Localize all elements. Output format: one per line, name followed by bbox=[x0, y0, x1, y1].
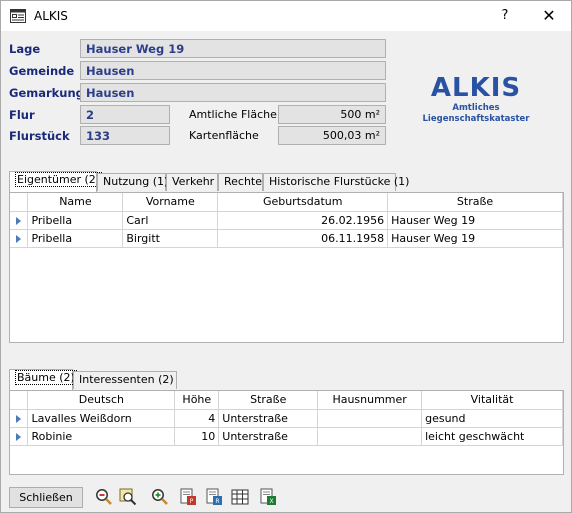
logo-line-1: Amtliches bbox=[452, 103, 500, 113]
window-app-icon bbox=[10, 9, 26, 23]
lage-label: Lage bbox=[9, 42, 41, 56]
svg-text:X: X bbox=[269, 498, 273, 505]
row-pointer-icon bbox=[10, 211, 29, 230]
svg-text:R: R bbox=[215, 498, 219, 505]
schliessen-button[interactable]: Schließen bbox=[9, 487, 83, 508]
tree-deutsch: Robinie bbox=[27, 427, 176, 446]
window-title: ALKIS bbox=[34, 9, 68, 23]
tab-nutzung[interactable]: Nutzung (1) bbox=[97, 173, 168, 191]
flurstueck-label: Flurstück bbox=[9, 129, 70, 143]
table-row[interactable]: Robinie 10 Unterstraße leicht geschwächt bbox=[10, 427, 563, 446]
row-header-corner bbox=[10, 391, 29, 410]
col-vorname[interactable]: Vorname bbox=[122, 193, 219, 212]
table-row[interactable]: Pribella Birgitt 06.11.1958 Hauser Weg 1… bbox=[10, 229, 563, 248]
row-pointer-icon bbox=[10, 229, 29, 248]
tree-strasse: Unterstraße bbox=[218, 409, 319, 428]
owner-strasse: Hauser Weg 19 bbox=[387, 211, 563, 230]
alkis-window: ALKIS ? ✕ Lage Hauser Weg 19 Gemeinde Ha… bbox=[0, 0, 572, 513]
tab-baeume[interactable]: Bäume (2) bbox=[9, 369, 77, 390]
col-hausnummer[interactable]: Hausnummer bbox=[317, 391, 423, 410]
owners-header-row: Name Vorname Geburtsdatum Straße bbox=[10, 193, 563, 212]
tab-interessenten[interactable]: Interessenten (2) bbox=[73, 371, 177, 389]
row-pointer-icon bbox=[10, 427, 29, 446]
amtliche-flaeche-field: 500 m² bbox=[278, 105, 386, 124]
top-tab-strip: Eigentümer (2) Nutzung (1) Verkehr Recht… bbox=[9, 171, 569, 192]
row-pointer-icon bbox=[10, 409, 29, 428]
trees-panel: Deutsch Höhe Straße Hausnummer Vitalität… bbox=[9, 390, 564, 475]
alkis-logo: ALKIS Amtliches Liegenschaftskataster bbox=[421, 73, 531, 125]
tab-rechte[interactable]: Rechte bbox=[218, 173, 263, 191]
owner-geburtsdatum: 06.11.1958 bbox=[217, 229, 389, 248]
close-window-button[interactable]: ✕ bbox=[529, 1, 569, 31]
kartenflaeche-field: 500,03 m² bbox=[278, 126, 386, 145]
logo-title: ALKIS bbox=[430, 73, 522, 103]
flurstueck-field: 133 bbox=[80, 126, 170, 145]
tree-strasse: Unterstraße bbox=[218, 427, 319, 446]
zoom-extent-icon[interactable] bbox=[119, 488, 137, 506]
col-deutsch[interactable]: Deutsch bbox=[27, 391, 176, 410]
gemarkung-label: Gemarkung bbox=[9, 86, 84, 100]
col-strasse[interactable]: Straße bbox=[387, 193, 563, 212]
table-row[interactable]: Lavalles Weißdorn 4 Unterstraße gesund bbox=[10, 409, 563, 428]
tab-historische-flurstuecke[interactable]: Historische Flurstücke (1) bbox=[263, 173, 409, 191]
help-button[interactable]: ? bbox=[485, 1, 525, 31]
owner-strasse: Hauser Weg 19 bbox=[387, 229, 563, 248]
tree-vitalitaet: gesund bbox=[421, 409, 563, 428]
tab-baeume-label: Bäume (2) bbox=[15, 370, 77, 385]
bottom-toolbar: Schließen P R X bbox=[1, 481, 571, 512]
owners-table: Name Vorname Geburtsdatum Straße Pribell… bbox=[10, 193, 563, 248]
col-vitalitaet[interactable]: Vitalität bbox=[421, 391, 563, 410]
zoom-in-icon[interactable] bbox=[151, 488, 169, 506]
logo-line-2: Liegenschaftskataster bbox=[422, 114, 530, 124]
table-icon[interactable] bbox=[231, 488, 249, 506]
lage-field: Hauser Weg 19 bbox=[80, 39, 386, 58]
owner-name: Pribella bbox=[27, 229, 124, 248]
row-header-corner bbox=[10, 193, 29, 212]
trees-table: Deutsch Höhe Straße Hausnummer Vitalität… bbox=[10, 391, 563, 446]
tab-eigentuemer-label: Eigentümer (2) bbox=[15, 172, 103, 187]
tree-hausnummer bbox=[317, 409, 423, 428]
tree-vitalitaet: leicht geschwächt bbox=[421, 427, 563, 446]
tab-verkehr[interactable]: Verkehr bbox=[166, 173, 218, 191]
gemarkung-field: Hausen bbox=[80, 83, 386, 102]
svg-text:P: P bbox=[190, 498, 194, 505]
amtliche-flaeche-label: Amtliche Fläche bbox=[189, 108, 277, 121]
gemeinde-field: Hausen bbox=[80, 61, 386, 80]
owner-vorname: Carl bbox=[122, 211, 219, 230]
owners-panel: Name Vorname Geburtsdatum Straße Pribell… bbox=[9, 192, 564, 343]
tree-deutsch: Lavalles Weißdorn bbox=[27, 409, 176, 428]
tree-hausnummer bbox=[317, 427, 423, 446]
col-hoehe[interactable]: Höhe bbox=[174, 391, 220, 410]
tree-hoehe: 4 bbox=[174, 409, 220, 428]
gemeinde-label: Gemeinde bbox=[9, 64, 75, 78]
title-bar: ALKIS ? ✕ bbox=[1, 1, 571, 31]
owner-vorname: Birgitt bbox=[122, 229, 219, 248]
pdf-report-icon[interactable]: P bbox=[179, 488, 197, 506]
excel-export-icon[interactable]: X bbox=[259, 488, 277, 506]
pdf-report-alt-icon[interactable]: R bbox=[205, 488, 223, 506]
col-geburtsdatum[interactable]: Geburtsdatum bbox=[217, 193, 389, 212]
col-name[interactable]: Name bbox=[27, 193, 124, 212]
flur-label: Flur bbox=[9, 108, 35, 122]
owner-name: Pribella bbox=[27, 211, 124, 230]
kartenflaeche-label: Kartenfläche bbox=[189, 129, 259, 142]
bottom-tab-strip: Bäume (2) Interessenten (2) bbox=[9, 369, 569, 390]
table-row[interactable]: Pribella Carl 26.02.1956 Hauser Weg 19 bbox=[10, 211, 563, 230]
trees-header-row: Deutsch Höhe Straße Hausnummer Vitalität bbox=[10, 391, 563, 410]
tree-hoehe: 10 bbox=[174, 427, 220, 446]
flur-field: 2 bbox=[80, 105, 170, 124]
col-strasse[interactable]: Straße bbox=[218, 391, 319, 410]
owner-geburtsdatum: 26.02.1956 bbox=[217, 211, 389, 230]
tab-eigentuemer[interactable]: Eigentümer (2) bbox=[9, 171, 103, 192]
zoom-out-icon[interactable] bbox=[95, 488, 113, 506]
